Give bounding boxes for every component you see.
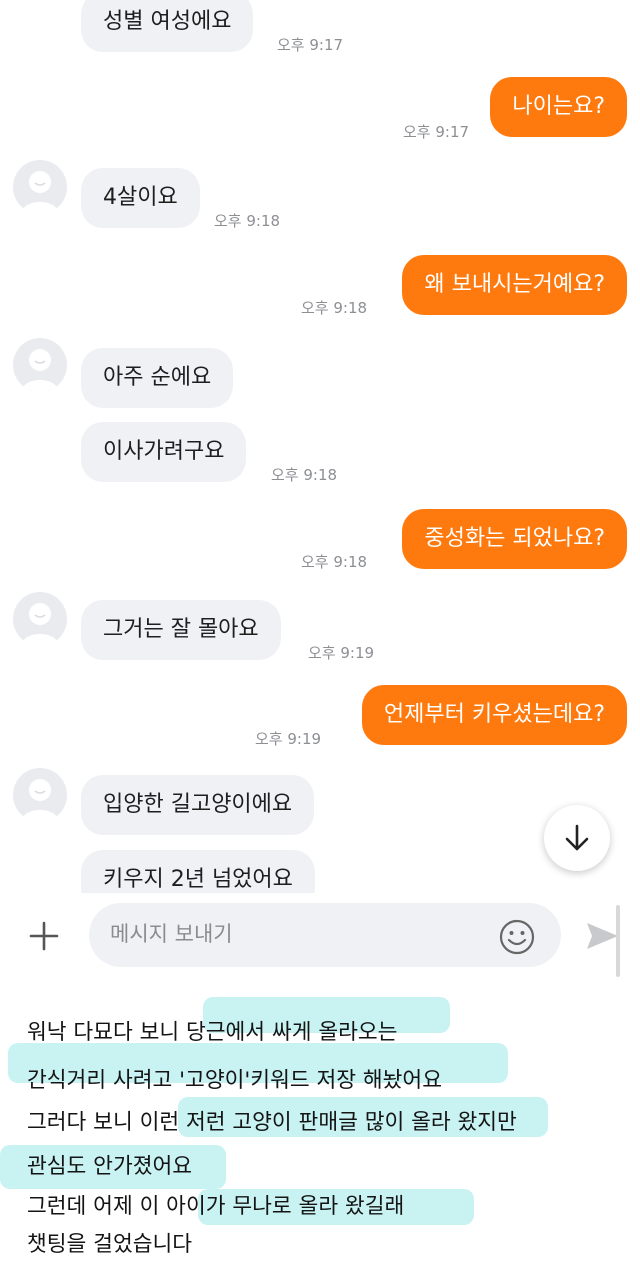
incoming-message-bubble[interactable]: 입양한 길고양이에요 <box>81 775 315 835</box>
incoming-message-bubble[interactable]: 이사가려구요 <box>81 422 247 482</box>
caption-line: 그러다 보니 이런 저런 고양이 판매글 많이 올라 왔지만 <box>27 1110 517 1135</box>
message-time: 오후 9:18 <box>301 553 368 571</box>
incoming-message-bubble[interactable]: 성별 여성에요 <box>81 0 254 52</box>
message-input-placeholder: 메시지 보내기 <box>110 922 233 946</box>
message-time: 오후 9:17 <box>403 123 470 141</box>
message-time: 오후 9:19 <box>308 644 375 662</box>
incoming-message-bubble[interactable]: 4살이요 <box>81 168 200 228</box>
plus-icon[interactable] <box>28 920 60 952</box>
avatar[interactable] <box>13 768 67 822</box>
message-time: 오후 9:18 <box>214 212 281 230</box>
scroll-to-bottom-button[interactable] <box>544 805 610 871</box>
message-time: 오후 9:18 <box>271 466 338 484</box>
composer-divider <box>616 905 620 977</box>
message-time: 오후 9:17 <box>277 36 344 54</box>
message-time: 오후 9:19 <box>255 730 322 748</box>
emoji-icon[interactable] <box>498 918 536 956</box>
avatar-placeholder-icon <box>21 779 59 822</box>
avatar[interactable] <box>13 338 67 392</box>
outgoing-message-bubble[interactable]: 나이는요? <box>490 77 627 137</box>
message-time: 오후 9:18 <box>301 299 368 317</box>
incoming-message-bubble[interactable]: 그거는 잘 몰아요 <box>81 600 281 660</box>
avatar[interactable] <box>13 160 67 214</box>
avatar-placeholder-icon <box>21 603 59 646</box>
caption-line: 간식거리 사려고 '고양이'키워드 저장 해놨어요 <box>27 1068 442 1093</box>
incoming-message-bubble[interactable]: 키우지 2년 넘었어요 <box>81 850 315 893</box>
caption-line: 관심도 안가졌어요 <box>27 1154 193 1179</box>
chat-message-list[interactable]: 성별 여성에요 오후 9:17 나이는요? 오후 9:17 4살이요 오후 9:… <box>0 0 640 893</box>
avatar[interactable] <box>13 592 67 646</box>
arrow-down-icon <box>565 824 589 851</box>
avatar-placeholder-icon <box>21 349 59 392</box>
outgoing-message-bubble[interactable]: 언제부터 키우셨는데요? <box>361 685 627 745</box>
avatar-placeholder-icon <box>21 171 59 214</box>
caption-text-block: 워낙 다묘다 보니 당근에서 싸게 올라오는 간식거리 사려고 '고양이'키워드… <box>0 985 640 1280</box>
incoming-message-bubble[interactable]: 아주 순에요 <box>81 348 234 408</box>
outgoing-message-bubble[interactable]: 중성화는 되었나요? <box>402 509 627 569</box>
outgoing-message-bubble[interactable]: 왜 보내시는거예요? <box>402 255 627 315</box>
caption-line: 워낙 다묘다 보니 당근에서 싸게 올라오는 <box>27 1020 398 1045</box>
caption-line: 챗팅을 걸었습니다 <box>27 1232 193 1257</box>
caption-line: 그런데 어제 이 아이가 무나로 올라 왔길래 <box>27 1194 405 1219</box>
